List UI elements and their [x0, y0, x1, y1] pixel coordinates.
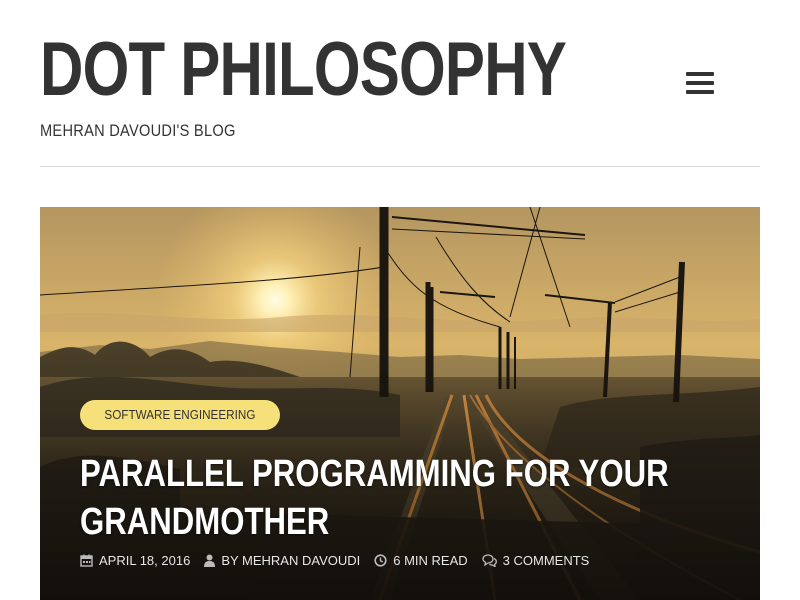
user-icon — [204, 554, 216, 567]
post-comments[interactable]: 3 COMMENTS — [482, 552, 590, 568]
page: DOT PHILOSOPHY MEHRAN DAVOUDI'S BLOG SOF… — [0, 0, 800, 600]
post-author[interactable]: BY MEHRAN DAVOUDI — [204, 553, 360, 568]
post-title[interactable]: PARALLEL PROGRAMMING FOR YOUR GRANDMOTHE… — [80, 450, 669, 546]
post-date-text: APRIL 18, 2016 — [99, 552, 191, 568]
category-badge[interactable]: SOFTWARE ENGINEERING — [80, 400, 280, 430]
post-meta: APRIL 18, 2016 BY MEHRAN DAVOUDI 6 MIN R… — [80, 550, 603, 570]
post-date: APRIL 18, 2016 — [80, 553, 190, 568]
featured-post[interactable]: SOFTWARE ENGINEERING PARALLEL PROGRAMMIN… — [40, 207, 760, 600]
site-header: DOT PHILOSOPHY MEHRAN DAVOUDI'S BLOG — [40, 0, 760, 167]
hamburger-menu-icon[interactable] — [686, 70, 716, 98]
category-label: SOFTWARE ENGINEERING — [104, 407, 256, 422]
calendar-icon — [80, 554, 93, 567]
post-title-line-1: PARALLEL PROGRAMMING FOR YOUR — [80, 453, 669, 495]
post-author-text: BY MEHRAN DAVOUDI — [221, 552, 361, 568]
comments-icon — [482, 553, 497, 567]
site-tagline: MEHRAN DAVOUDI'S BLOG — [40, 121, 236, 140]
post-read-time: 6 MIN READ — [374, 552, 468, 568]
post-comments-text: 3 COMMENTS — [502, 552, 590, 568]
post-read-time-text: 6 MIN READ — [393, 552, 468, 568]
site-title[interactable]: DOT PHILOSOPHY — [40, 28, 567, 112]
clock-icon — [374, 553, 387, 567]
post-title-line-2: GRANDMOTHER — [80, 501, 330, 543]
